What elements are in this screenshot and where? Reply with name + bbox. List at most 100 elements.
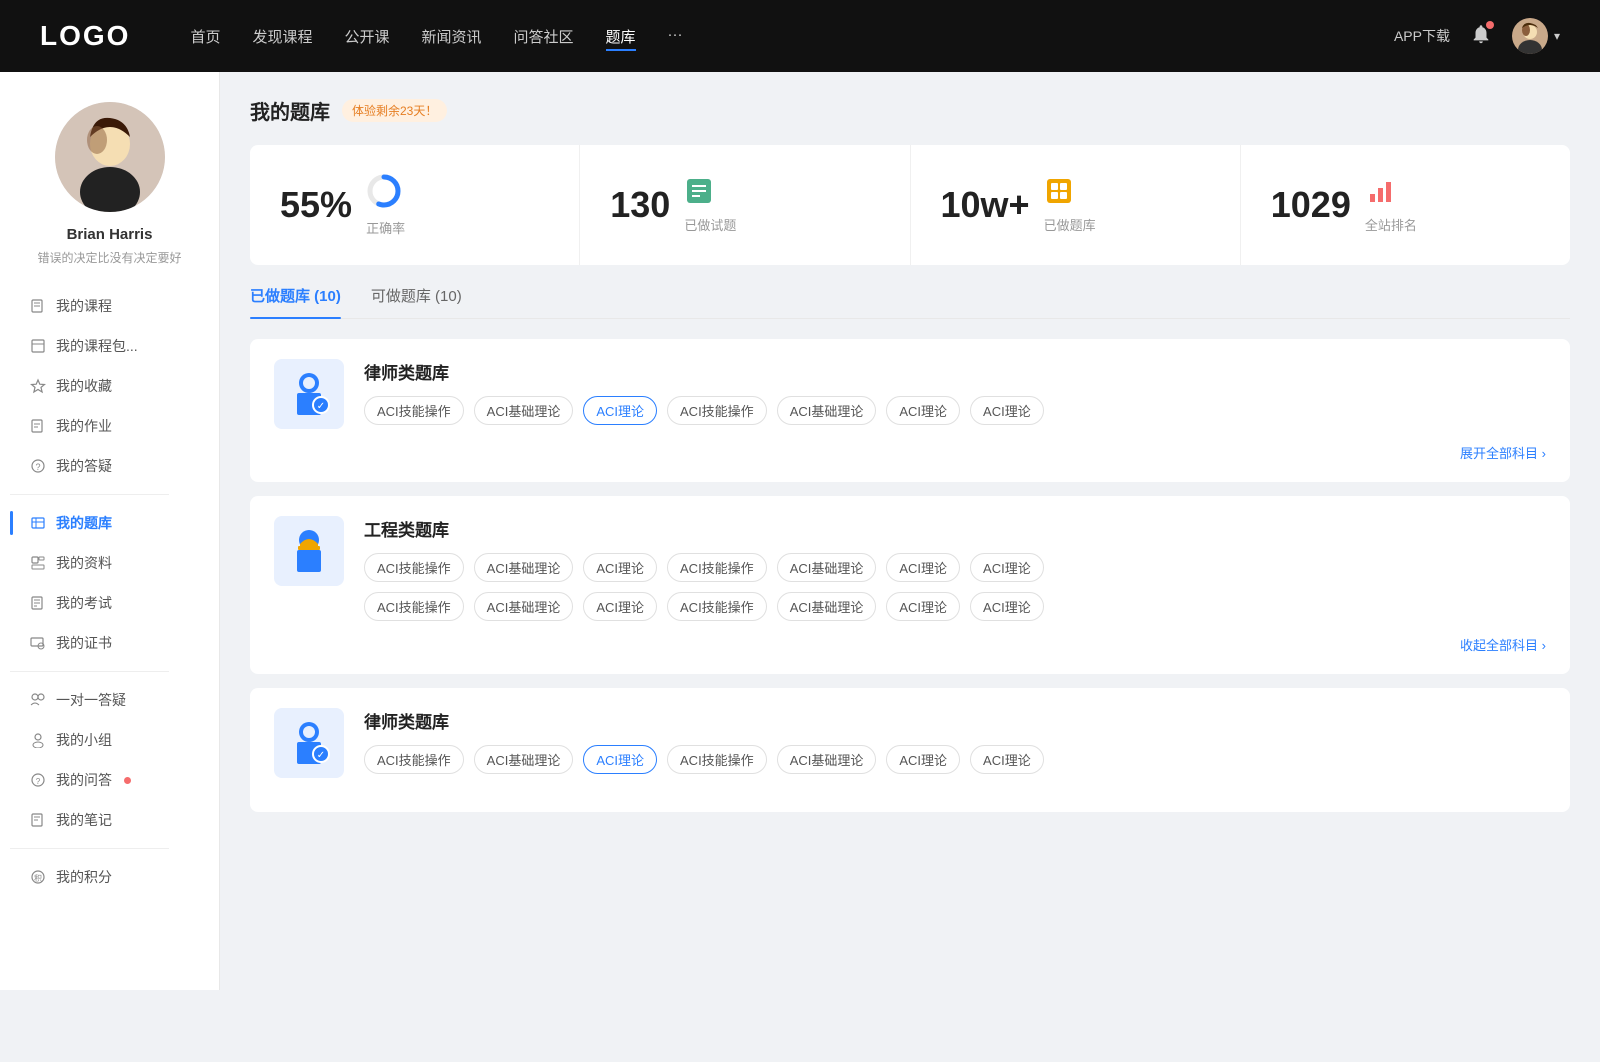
nav-qa[interactable]: 问答社区: [514, 22, 574, 51]
tag[interactable]: ACI技能操作: [364, 592, 464, 621]
stats-row: 55% 正确率 130: [250, 145, 1570, 265]
sidebar-item-certificate[interactable]: 我的证书: [10, 623, 209, 663]
svg-text:✓: ✓: [317, 750, 325, 761]
stat-rank: 1029 全站排名: [1241, 145, 1570, 265]
sidebar-item-my-course[interactable]: 我的课程: [10, 286, 209, 326]
tag[interactable]: ACI技能操作: [667, 553, 767, 582]
tag[interactable]: ACI理论: [886, 745, 960, 774]
stat-done-questions: 130 已做试题: [580, 145, 910, 265]
tag-active[interactable]: ACI理论: [583, 745, 657, 774]
nav-more[interactable]: ···: [668, 22, 683, 51]
bank-card-header: ✓ 律师类题库 ACI技能操作 ACI基础理论 ACI理论 ACI技能操作 AC…: [274, 708, 1546, 778]
svg-text:积: 积: [34, 873, 42, 883]
tag[interactable]: ACI基础理论: [777, 396, 877, 425]
tab-done-banks[interactable]: 已做题库 (10): [250, 285, 341, 318]
nav-news[interactable]: 新闻资讯: [422, 22, 482, 51]
sidebar-item-points[interactable]: 积 我的积分: [10, 857, 209, 897]
lawyer-icon: ✓: [274, 359, 344, 429]
tag[interactable]: ACI基础理论: [777, 592, 877, 621]
bank-card-header: ✓ 律师类题库 ACI技能操作 ACI基础理论 ACI理论 ACI技能操作 AC…: [274, 359, 1546, 429]
tag[interactable]: ACI技能操作: [364, 396, 464, 425]
sidebar-item-course-package[interactable]: 我的课程包...: [10, 326, 209, 366]
list-icon: [684, 176, 714, 211]
sidebar: Brian Harris 错误的决定比没有决定要好 我的课程 我的课程包...: [0, 72, 220, 990]
sidebar-item-group[interactable]: 我的小组: [10, 720, 209, 760]
tag[interactable]: ACI基础理论: [474, 396, 574, 425]
donut-icon: [366, 173, 402, 214]
collapse-row: 收起全部科目 ›: [274, 635, 1546, 654]
tag[interactable]: ACI理论: [970, 592, 1044, 621]
user-avatar-area[interactable]: ▾: [1512, 18, 1560, 54]
notification-bell[interactable]: [1470, 23, 1492, 50]
bank-name: 律师类题库: [364, 359, 1546, 384]
navbar-right: APP下载 ▾: [1394, 18, 1560, 54]
divider-3: [10, 848, 169, 849]
app-download-button[interactable]: APP下载: [1394, 26, 1450, 46]
tab-available-banks[interactable]: 可做题库 (10): [371, 285, 462, 318]
tag[interactable]: ACI理论: [970, 745, 1044, 774]
bank-content: 律师类题库 ACI技能操作 ACI基础理论 ACI理论 ACI技能操作 ACI基…: [364, 708, 1546, 774]
sidebar-item-one-on-one[interactable]: 一对一答疑: [10, 680, 209, 720]
stat-accuracy-info: 正确率: [366, 173, 405, 237]
sidebar-item-favorites[interactable]: 我的收藏: [10, 366, 209, 406]
tag[interactable]: ACI基础理论: [474, 553, 574, 582]
tag[interactable]: ACI技能操作: [364, 745, 464, 774]
star-icon: [30, 378, 46, 394]
tag[interactable]: ACI基础理论: [474, 745, 574, 774]
one-on-one-icon: [30, 692, 46, 708]
sidebar-item-label: 我的证书: [56, 633, 112, 653]
tags-row-2: ACI技能操作 ACI基础理论 ACI理论 ACI技能操作 ACI基础理论 AC…: [364, 592, 1546, 621]
tag[interactable]: ACI基础理论: [474, 592, 574, 621]
sidebar-item-qa[interactable]: ? 我的答疑: [10, 446, 209, 486]
bar-icon: [1365, 176, 1395, 211]
sidebar-item-homework[interactable]: 我的作业: [10, 406, 209, 446]
tag[interactable]: ACI技能操作: [667, 592, 767, 621]
tag[interactable]: ACI技能操作: [364, 553, 464, 582]
sidebar-item-materials[interactable]: 我的资料: [10, 543, 209, 583]
sidebar-item-question-bank[interactable]: 我的题库: [10, 503, 209, 543]
grid-icon: [1044, 176, 1074, 211]
stat-rank-info: 全站排名: [1365, 176, 1417, 234]
nav-home[interactable]: 首页: [190, 22, 220, 51]
expand-button[interactable]: 展开全部科目 ›: [1460, 443, 1546, 462]
trial-badge: 体验剩余23天！: [342, 99, 447, 122]
tag[interactable]: ACI理论: [970, 396, 1044, 425]
stat-done-value: 130: [610, 184, 670, 226]
main-layout: Brian Harris 错误的决定比没有决定要好 我的课程 我的课程包...: [0, 72, 1600, 990]
tag[interactable]: ACI基础理论: [777, 745, 877, 774]
tag-active[interactable]: ACI理论: [583, 396, 657, 425]
tag[interactable]: ACI技能操作: [667, 745, 767, 774]
sidebar-item-exam[interactable]: 我的考试: [10, 583, 209, 623]
tag[interactable]: ACI理论: [886, 592, 960, 621]
sidebar-item-notes[interactable]: 我的笔记: [10, 800, 209, 840]
nav-discover[interactable]: 发现课程: [252, 22, 312, 51]
tags-row: ACI技能操作 ACI基础理论 ACI理论 ACI技能操作 ACI基础理论 AC…: [364, 745, 1546, 774]
tag[interactable]: ACI理论: [970, 553, 1044, 582]
tag[interactable]: ACI理论: [583, 553, 657, 582]
tag[interactable]: ACI基础理论: [777, 553, 877, 582]
user-motto: 错误的决定比没有决定要好: [37, 249, 181, 266]
bank-card-engineer: 工程类题库 ACI技能操作 ACI基础理论 ACI理论 ACI技能操作 ACI基…: [250, 496, 1570, 674]
group-icon: [30, 732, 46, 748]
nav-bank[interactable]: 题库: [606, 22, 636, 51]
tag[interactable]: ACI理论: [886, 553, 960, 582]
bank-content: 工程类题库 ACI技能操作 ACI基础理论 ACI理论 ACI技能操作 ACI基…: [364, 516, 1546, 621]
sidebar-user-avatar: [55, 102, 165, 212]
collapse-button[interactable]: 收起全部科目 ›: [1460, 635, 1546, 654]
bank-name: 工程类题库: [364, 516, 1546, 541]
sidebar-item-label: 我的课程: [56, 296, 112, 316]
sidebar-item-label: 我的题库: [56, 513, 112, 533]
tag[interactable]: ACI理论: [583, 592, 657, 621]
tag[interactable]: ACI技能操作: [667, 396, 767, 425]
sidebar-item-questions[interactable]: ? 我的问答: [10, 760, 209, 800]
divider-1: [10, 494, 169, 495]
nav-open-course[interactable]: 公开课: [344, 22, 389, 51]
bank-card-lawyer-2: ✓ 律师类题库 ACI技能操作 ACI基础理论 ACI理论 ACI技能操作 AC…: [250, 688, 1570, 812]
sidebar-item-label: 我的问答: [56, 770, 112, 790]
tag[interactable]: ACI理论: [886, 396, 960, 425]
bank-name: 律师类题库: [364, 708, 1546, 733]
cert-icon: [30, 635, 46, 651]
homework-icon: [30, 418, 46, 434]
stat-done-banks: 10w+ 已做题库: [911, 145, 1241, 265]
question-red-dot: [124, 777, 131, 784]
